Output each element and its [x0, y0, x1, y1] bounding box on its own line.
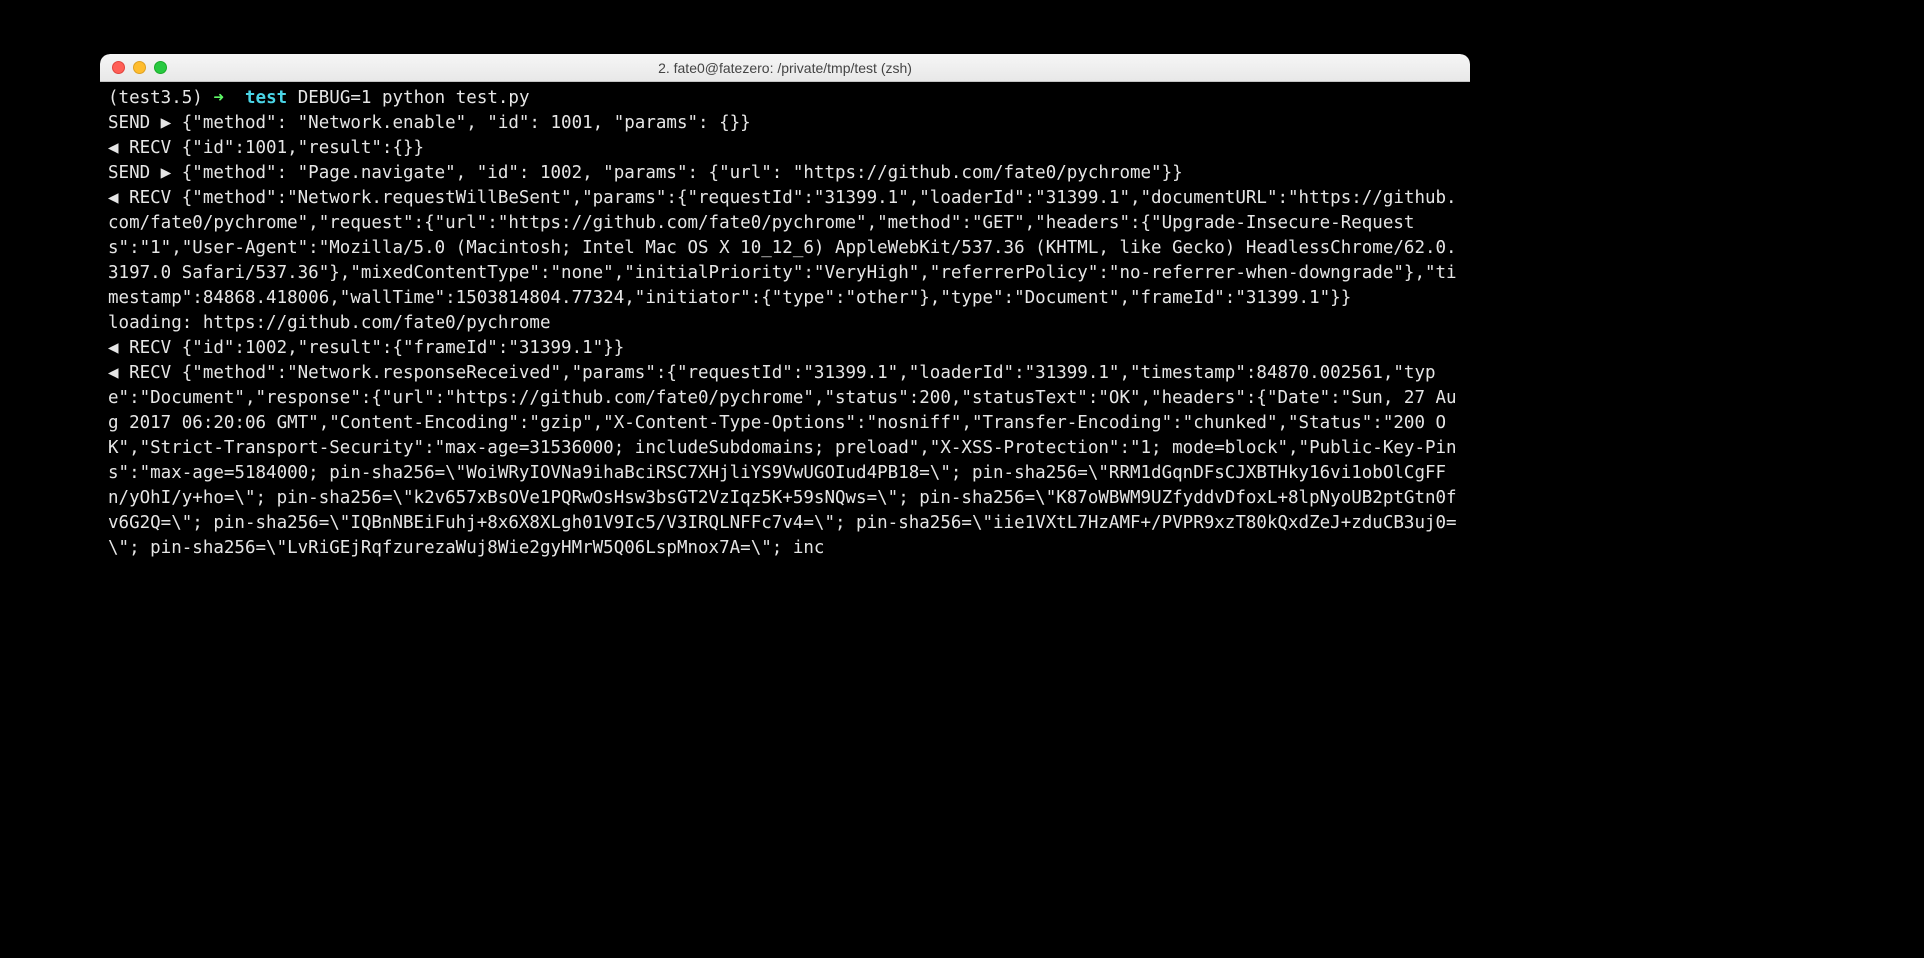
- terminal-line: loading: https://github.com/fate0/pychro…: [108, 313, 551, 333]
- terminal-line: ◀ RECV {"method":"Network.responseReceiv…: [108, 363, 1457, 558]
- prompt-dir: test: [245, 88, 287, 108]
- terminal-line: ◀ RECV {"id":1001,"result":{}}: [108, 138, 424, 158]
- maximize-button[interactable]: [154, 61, 167, 74]
- terminal-line: ◀ RECV {"method":"Network.requestWillBeS…: [108, 188, 1457, 308]
- prompt-venv: (test3.5): [108, 88, 203, 108]
- traffic-lights: [112, 61, 167, 74]
- titlebar[interactable]: 2. fate0@fatezero: /private/tmp/test (zs…: [100, 54, 1470, 82]
- window-title: 2. fate0@fatezero: /private/tmp/test (zs…: [100, 60, 1470, 76]
- terminal-window: 2. fate0@fatezero: /private/tmp/test (zs…: [100, 54, 1470, 798]
- close-button[interactable]: [112, 61, 125, 74]
- terminal-line: SEND ▶ {"method": "Page.navigate", "id":…: [108, 163, 1183, 183]
- prompt-arrow-icon: ➜: [213, 88, 224, 108]
- terminal-line: ◀ RECV {"id":1002,"result":{"frameId":"3…: [108, 338, 624, 358]
- terminal-body[interactable]: (test3.5) ➜ test DEBUG=1 python test.py …: [100, 82, 1470, 798]
- minimize-button[interactable]: [133, 61, 146, 74]
- terminal-line: SEND ▶ {"method": "Network.enable", "id"…: [108, 113, 751, 133]
- prompt-command: DEBUG=1 python test.py: [298, 88, 530, 108]
